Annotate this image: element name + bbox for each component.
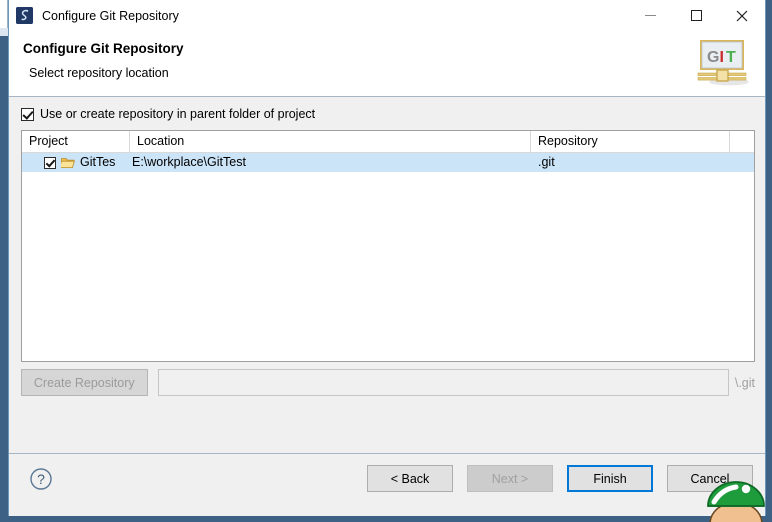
project-name: GitTes <box>80 155 116 169</box>
page-title: Configure Git Repository <box>23 41 184 56</box>
wizard-buttons: < Back Next > Finish Cancel <box>367 465 753 492</box>
column-header-repository[interactable]: Repository <box>531 131 730 152</box>
cell-location: E:\workplace\GitTest <box>132 155 246 169</box>
egit-app-icon <box>16 7 33 24</box>
svg-text:T: T <box>726 49 736 66</box>
use-parent-folder-label: Use or create repository in parent folde… <box>40 107 316 121</box>
minimize-button[interactable] <box>627 0 673 31</box>
table-row[interactable]: GitTes E:\workplace\GitTest .git <box>22 153 754 172</box>
maximize-icon <box>690 10 702 21</box>
background-window-edge <box>0 0 8 28</box>
repository-table[interactable]: Project Location Repository GitTes E:\wo… <box>21 130 755 362</box>
column-header-project[interactable]: Project <box>22 131 130 152</box>
window-controls <box>627 0 765 31</box>
dialog-footer: ? < Back Next > Finish Cancel <box>9 453 765 516</box>
configure-git-repository-dialog: Configure Git Repository Configure Git R… <box>8 0 766 516</box>
close-button[interactable] <box>719 0 765 31</box>
svg-text:?: ? <box>37 471 45 487</box>
column-header-extra[interactable] <box>730 131 754 152</box>
use-parent-folder-checkbox[interactable] <box>21 107 34 121</box>
git-logo: G I T <box>697 40 749 86</box>
minimize-icon <box>644 15 656 16</box>
help-question-icon[interactable]: ? <box>29 467 53 491</box>
finish-button[interactable]: Finish <box>567 465 653 492</box>
svg-text:I: I <box>720 49 724 66</box>
back-button[interactable]: < Back <box>367 465 453 492</box>
use-parent-folder-option[interactable]: Use or create repository in parent folde… <box>21 107 315 121</box>
open-folder-icon <box>61 158 75 168</box>
maximize-button[interactable] <box>673 0 719 31</box>
column-header-location[interactable]: Location <box>130 131 531 152</box>
screenshot-root: Configure Git Repository Configure Git R… <box>0 0 772 522</box>
svg-text:G: G <box>707 49 719 66</box>
repository-path-input[interactable] <box>157 369 729 396</box>
window-title: Configure Git Repository <box>42 8 179 23</box>
page-subtitle: Select repository location <box>29 66 169 80</box>
background-window-band <box>0 28 8 36</box>
cancel-button[interactable]: Cancel <box>667 465 753 492</box>
close-icon <box>736 10 748 21</box>
next-button[interactable]: Next > <box>467 465 553 492</box>
create-repository-row: Create Repository \.git <box>21 369 755 396</box>
row-checkbox[interactable] <box>44 156 56 169</box>
title-bar: Configure Git Repository <box>9 0 765 32</box>
table-header-row: Project Location Repository <box>22 131 754 153</box>
git-suffix-label: \.git <box>734 375 755 390</box>
cell-project: GitTes <box>22 153 130 172</box>
create-repository-button[interactable]: Create Repository <box>21 369 148 396</box>
wizard-header: Configure Git Repository Select reposito… <box>9 32 765 97</box>
dialog-body: Use or create repository in parent folde… <box>9 97 765 453</box>
cell-repository: .git <box>538 155 555 169</box>
